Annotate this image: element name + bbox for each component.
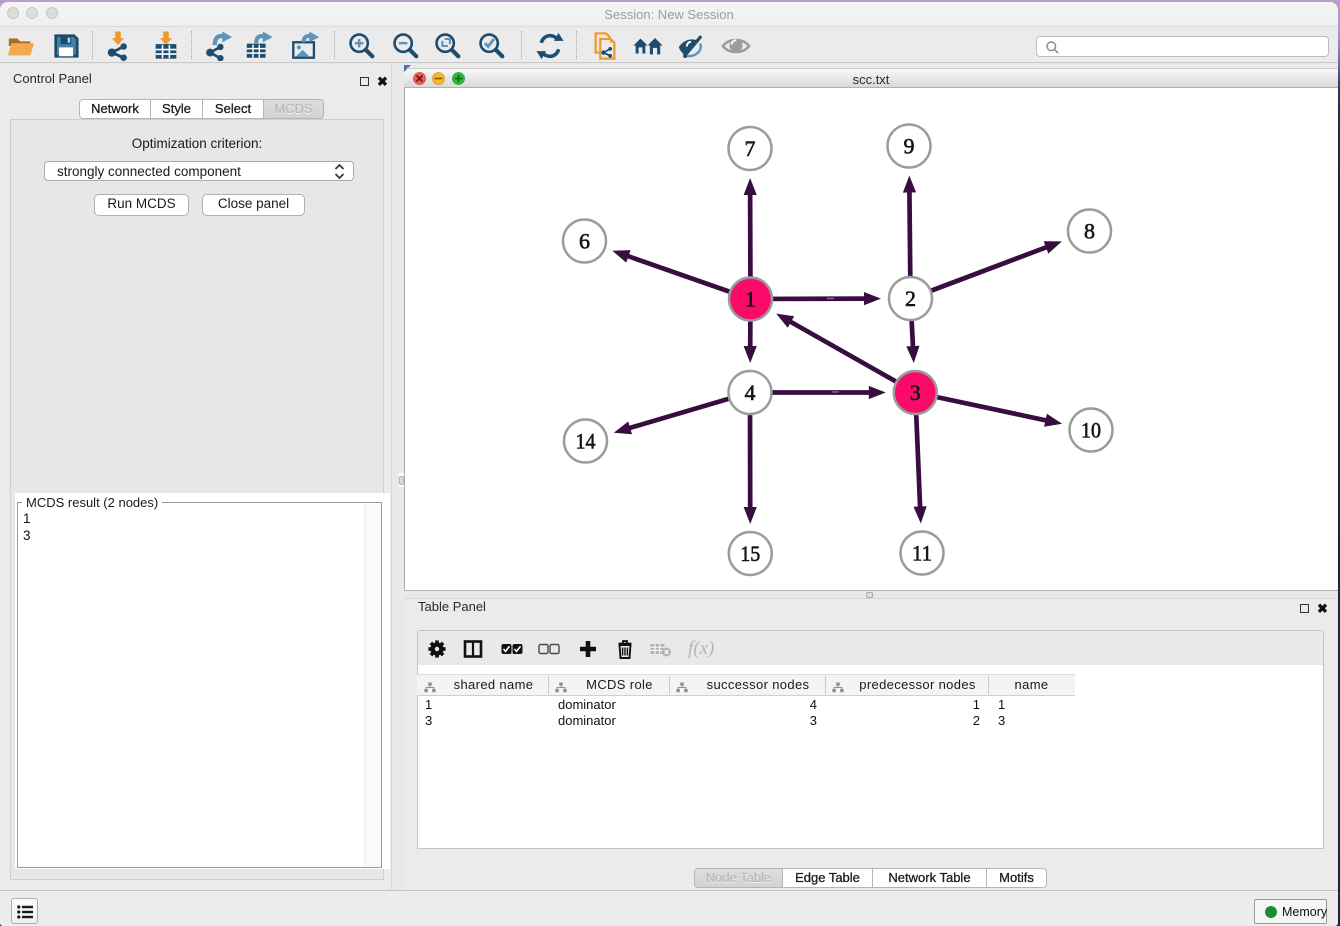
svg-text:9: 9 [904, 134, 915, 159]
svg-text:8: 8 [1084, 219, 1095, 244]
svg-text:1: 1 [745, 287, 756, 312]
svg-text:11: 11 [912, 541, 932, 566]
svg-text:7: 7 [745, 136, 756, 161]
svg-text:6: 6 [579, 229, 590, 254]
svg-text:10: 10 [1081, 418, 1101, 443]
svg-text:15: 15 [740, 541, 760, 566]
svg-text:2: 2 [905, 286, 916, 311]
svg-text:3: 3 [910, 380, 921, 405]
svg-text:14: 14 [576, 429, 596, 454]
svg-text:4: 4 [745, 380, 756, 405]
